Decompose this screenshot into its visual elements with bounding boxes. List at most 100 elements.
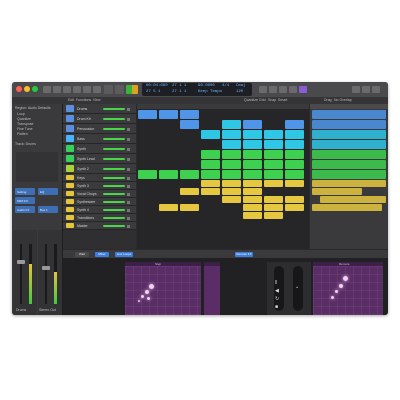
volume-slider[interactable]: [103, 148, 125, 150]
pause-icon[interactable]: ‖: [275, 280, 277, 286]
metronome-icon[interactable]: [299, 86, 307, 93]
track-header[interactable]: Percussion: [63, 124, 136, 134]
lcd-display[interactable]: 00:04:680 27 1 1 96.0000 4/4 Cmaj 27 5 1…: [142, 83, 252, 96]
arrangement-region[interactable]: [312, 204, 382, 211]
snap-value[interactable]: Smart: [278, 98, 287, 102]
mute-button[interactable]: [127, 167, 130, 171]
loop-cell[interactable]: [222, 120, 241, 129]
menu-edit[interactable]: Edit: [68, 98, 74, 102]
mixer-icon[interactable]: [83, 86, 91, 93]
loop-cell[interactable]: [285, 130, 304, 139]
rewind-button[interactable]: [104, 85, 113, 94]
loop-cell[interactable]: [180, 188, 199, 195]
tab-live-loops[interactable]: Live Loops: [115, 251, 133, 257]
close-button[interactable]: [16, 86, 22, 92]
editors-icon[interactable]: [93, 86, 101, 93]
volume-slider[interactable]: [103, 177, 125, 179]
loop-cell[interactable]: [180, 120, 199, 129]
loop-cell[interactable]: [285, 140, 304, 149]
volume-slider[interactable]: [103, 158, 125, 160]
arrangement-region[interactable]: [312, 160, 386, 169]
arrangement-region[interactable]: [312, 140, 386, 149]
track-header[interactable]: Drums: [63, 104, 136, 114]
volume-slider[interactable]: [103, 168, 125, 170]
loop-cell[interactable]: [285, 150, 304, 159]
loop-cell[interactable]: [138, 110, 157, 119]
loop-cell[interactable]: [264, 212, 283, 219]
loop-cell[interactable]: [264, 204, 283, 211]
arrangement-region[interactable]: [312, 188, 362, 195]
loop-cell[interactable]: [243, 120, 262, 129]
volume-slider[interactable]: [103, 185, 125, 187]
mute-button[interactable]: [127, 184, 130, 188]
loop-cell[interactable]: [285, 180, 304, 187]
volume-slider[interactable]: [103, 108, 125, 110]
loop-cell[interactable]: [180, 204, 199, 211]
minimize-button[interactable]: [24, 86, 30, 92]
notepad-icon[interactable]: [352, 86, 360, 93]
track-header[interactable]: Drum Kit: [63, 114, 136, 124]
audio-fx-button[interactable]: Audio FX: [15, 206, 35, 213]
stop-icon[interactable]: ■: [275, 304, 278, 310]
drag-label[interactable]: Drag: [324, 98, 332, 102]
tuner-icon[interactable]: [269, 86, 277, 93]
loop-cell[interactable]: [243, 170, 262, 179]
fader-handle[interactable]: [42, 266, 50, 270]
mute-button[interactable]: [127, 157, 130, 161]
mute-button[interactable]: [127, 147, 130, 151]
xy-pad-middle[interactable]: [204, 262, 220, 315]
inspector-line[interactable]: Quantize: [17, 117, 31, 121]
mute-button[interactable]: [127, 107, 130, 111]
arrangement-region[interactable]: [312, 110, 386, 119]
xy-pad-left[interactable]: Step: [125, 262, 201, 315]
track-header[interactable]: Synthesizer: [63, 198, 136, 206]
record-button[interactable]: [132, 85, 138, 94]
loop-cell[interactable]: [201, 180, 220, 187]
back-icon[interactable]: ◀: [275, 288, 279, 294]
inspector-line[interactable]: Loop: [17, 112, 25, 116]
eq-button[interactable]: EQ: [38, 188, 58, 195]
loop-cell[interactable]: [222, 196, 241, 203]
track-header[interactable]: Synth Lead: [63, 154, 136, 164]
send-button[interactable]: Bus 1: [38, 206, 58, 213]
loop-cell[interactable]: [264, 170, 283, 179]
loop-cell[interactable]: [264, 160, 283, 169]
track-header[interactable]: Track: Drums: [15, 142, 36, 146]
loop-cell[interactable]: [243, 140, 262, 149]
track-header[interactable]: Synth 3: [63, 182, 136, 190]
count-in-icon[interactable]: [289, 86, 297, 93]
mute-button[interactable]: [127, 200, 130, 204]
loop-cell[interactable]: [180, 110, 199, 119]
loop-cell[interactable]: [243, 204, 262, 211]
loop-cell[interactable]: [222, 130, 241, 139]
volume-slider[interactable]: [103, 209, 125, 211]
arrangement-region[interactable]: [312, 150, 386, 159]
loop-cell[interactable]: [243, 196, 262, 203]
loop-cell[interactable]: [264, 140, 283, 149]
drag-value[interactable]: No Overlap: [334, 98, 352, 102]
track-header[interactable]: Synth 2: [63, 164, 136, 174]
volume-slider[interactable]: [103, 193, 125, 195]
volume-slider[interactable]: [103, 217, 125, 219]
volume-slider[interactable]: [103, 201, 125, 203]
loop-cell[interactable]: [180, 170, 199, 179]
loop-cell[interactable]: [222, 160, 241, 169]
fader-handle[interactable]: [17, 260, 25, 264]
loop-cell[interactable]: [285, 170, 304, 179]
mute-button[interactable]: [127, 216, 130, 220]
menu-view[interactable]: View: [93, 98, 101, 102]
loop-cell[interactable]: [201, 160, 220, 169]
loop-cell[interactable]: [264, 150, 283, 159]
sync-icon[interactable]: ↻: [275, 296, 279, 302]
inspector-line[interactable]: Flatten: [17, 132, 28, 136]
tab-pad[interactable]: Pad: [75, 251, 89, 257]
snap-label[interactable]: Snap: [268, 98, 276, 102]
loop-cell[interactable]: [222, 140, 241, 149]
loop-cell[interactable]: [243, 188, 262, 195]
loop-cell[interactable]: [201, 188, 220, 195]
loop-cell[interactable]: [285, 120, 304, 129]
inspector-line[interactable]: Fine Tune: [17, 127, 33, 131]
loop-cell[interactable]: [138, 170, 157, 179]
timeline-ruler[interactable]: [310, 104, 388, 109]
loop-cell[interactable]: [243, 180, 262, 187]
